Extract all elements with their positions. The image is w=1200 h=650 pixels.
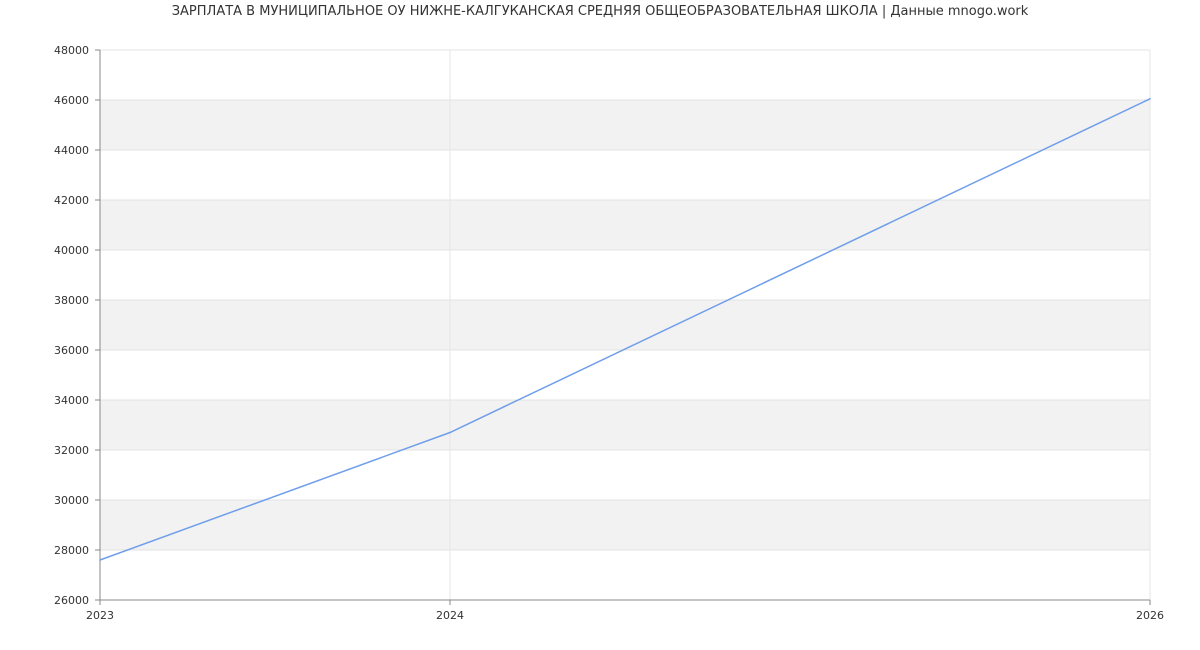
y-tick-label: 46000 <box>54 94 89 107</box>
band <box>100 400 1150 450</box>
y-tick-label: 32000 <box>54 444 89 457</box>
band <box>100 500 1150 550</box>
data-point <box>99 559 101 561</box>
data-point <box>449 431 451 434</box>
y-tick-label: 30000 <box>54 494 89 507</box>
y-tick-label: 42000 <box>54 194 89 207</box>
x-tick-label: 2023 <box>86 609 114 622</box>
y-tick-label: 40000 <box>54 244 89 257</box>
y-tick-label: 38000 <box>54 294 89 307</box>
band <box>100 300 1150 350</box>
data-point <box>1149 97 1151 100</box>
background-bands <box>100 50 1150 600</box>
y-tick-label: 28000 <box>54 544 89 557</box>
y-axis-ticks: 26000 28000 30000 32000 34000 36000 38000 40000… <box>54 44 100 607</box>
band <box>100 100 1150 150</box>
line-chart: 26000 28000 30000 32000 34000 36000 38000 40000… <box>54 44 1164 622</box>
y-tick-label: 48000 <box>54 44 89 57</box>
y-tick-label: 26000 <box>54 594 89 607</box>
band <box>100 200 1150 250</box>
y-tick-label: 36000 <box>54 344 89 357</box>
y-tick-label: 44000 <box>54 144 89 157</box>
y-tick-label: 34000 <box>54 394 89 407</box>
x-tick-label: 2026 <box>1136 609 1164 622</box>
x-tick-label: 2024 <box>436 609 464 622</box>
x-axis-ticks: 2023 2024 2026 <box>86 600 1164 622</box>
